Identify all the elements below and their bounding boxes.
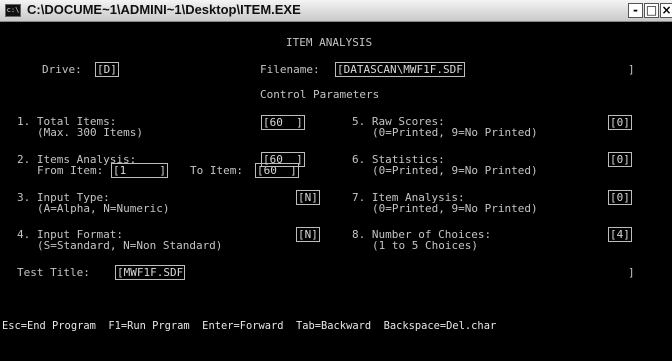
- screen-header: ITEM ANALYSIS: [286, 36, 373, 49]
- total-items-field[interactable]: [60 ]: [261, 115, 305, 130]
- item-analysis-field[interactable]: [0]: [608, 190, 632, 205]
- function-key-help-bar: Esc=End Program F1=Run Prgram Enter=Forw…: [2, 320, 497, 332]
- restore-button[interactable]: □: [644, 3, 659, 18]
- raw-scores-hint: (0=Printed, 9=No Printed): [372, 126, 538, 139]
- number-of-choices-field[interactable]: [4]: [608, 227, 632, 242]
- raw-scores-field[interactable]: [0]: [608, 115, 632, 130]
- close-button[interactable]: ×: [660, 3, 672, 18]
- console-screen: ITEM ANALYSIS Drive: [D] Filename: [DATA…: [0, 22, 672, 361]
- test-title-label: Test Title:: [17, 266, 90, 279]
- console-app-icon: c:\: [5, 4, 21, 17]
- filename-field-end: ]: [628, 63, 635, 76]
- window-title: C:\DOCUME~1\ADMINI~1\Desktop\ITEM.EXE: [27, 2, 301, 17]
- control-parameters-heading: Control Parameters: [260, 88, 380, 101]
- items-analysis-field[interactable]: [60 ]: [261, 152, 305, 167]
- from-item-field[interactable]: [1 ]: [111, 163, 168, 178]
- item-analysis-hint: (0=Printed, 9=No Printed): [372, 202, 538, 215]
- statistics-field[interactable]: [0]: [608, 152, 632, 167]
- input-format-field[interactable]: [N]: [296, 227, 320, 242]
- test-title-field[interactable]: [MWF1F.SDF: [114, 265, 186, 280]
- drive-label: Drive:: [42, 63, 82, 76]
- total-items-hint: (Max. 300 Items): [37, 126, 143, 139]
- filename-label: Filename:: [260, 63, 320, 76]
- test-title-field-end: ]: [628, 266, 635, 279]
- input-type-field[interactable]: [N]: [296, 190, 320, 205]
- input-type-hint: (A=Alpha, N=Numeric): [37, 202, 170, 215]
- minimize-button[interactable]: -: [628, 3, 643, 18]
- to-item-field[interactable]: [60 ]: [255, 163, 299, 178]
- from-item-label: From Item:: [37, 164, 104, 177]
- drive-field[interactable]: [D]: [95, 62, 119, 77]
- number-of-choices-hint: (1 to 5 Choices): [372, 239, 478, 252]
- input-format-hint: (S=Standard, N=Non Standard): [37, 239, 223, 252]
- window-titlebar[interactable]: c:\ C:\DOCUME~1\ADMINI~1\Desktop\ITEM.EX…: [0, 0, 672, 22]
- statistics-hint: (0=Printed, 9=No Printed): [372, 164, 538, 177]
- filename-field[interactable]: [DATASCAN\MWF1F.SDF: [335, 62, 465, 77]
- to-item-label: To Item:: [190, 164, 243, 177]
